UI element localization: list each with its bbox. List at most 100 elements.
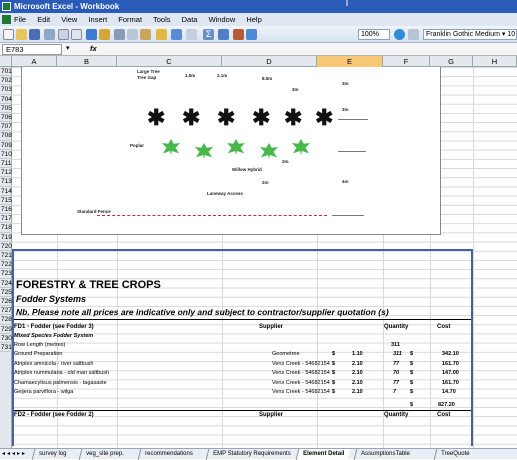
- drawing-icon[interactable]: [246, 29, 257, 40]
- open-icon[interactable]: [16, 29, 27, 40]
- undo-icon[interactable]: [171, 29, 182, 40]
- redo-icon[interactable]: [186, 29, 197, 40]
- table-row[interactable]: Row Length (metres) 311: [14, 341, 470, 350]
- menu-file[interactable]: File: [14, 15, 26, 24]
- row-header[interactable]: 711: [0, 159, 12, 169]
- row-header[interactable]: 718: [0, 223, 12, 233]
- sheet-tab[interactable]: TreeQuote: [433, 449, 476, 460]
- row-header[interactable]: 731: [0, 343, 12, 353]
- font-select[interactable]: Franklin Gothic Medium ▾ 10: [423, 29, 517, 40]
- row-header[interactable]: 728: [0, 315, 12, 325]
- copy-icon[interactable]: [127, 29, 138, 40]
- row-header[interactable]: 722: [0, 260, 12, 270]
- total-row[interactable]: $ 827.20: [14, 401, 470, 410]
- table-row[interactable]: Chamaecytisus palmensis - tagasaste Vens …: [14, 379, 470, 388]
- column-header-h[interactable]: H: [473, 56, 517, 67]
- row-header[interactable]: 717: [0, 214, 12, 224]
- sheet-tab[interactable]: veg_site prep.: [78, 449, 131, 460]
- menu-data[interactable]: Data: [182, 15, 198, 24]
- row-header[interactable]: 712: [0, 168, 12, 178]
- column-header-d[interactable]: D: [222, 56, 317, 67]
- cell-supplier: Vens Creek - 54682154: [272, 360, 330, 367]
- menu-window[interactable]: Window: [209, 15, 236, 24]
- toolbar-grip-icon[interactable]: [408, 29, 419, 40]
- poplar-tree-icon: [195, 143, 213, 159]
- menu-tools[interactable]: Tools: [153, 15, 171, 24]
- row-header[interactable]: 724: [0, 279, 12, 288]
- row-header[interactable]: 721: [0, 251, 12, 261]
- row-header[interactable]: 701: [0, 67, 12, 77]
- row-header[interactable]: 704: [0, 95, 12, 104]
- excel-app-icon[interactable]: [2, 2, 11, 11]
- menu-format[interactable]: Format: [118, 15, 142, 24]
- sheet-tab[interactable]: AssumptionsTable: [353, 449, 417, 460]
- sheet-tab[interactable]: recommendations: [137, 449, 200, 460]
- row-header[interactable]: 727: [0, 306, 12, 316]
- row-header[interactable]: 719: [0, 233, 12, 242]
- cell-qty: 70: [393, 370, 400, 377]
- spacing-arrow: [338, 119, 368, 120]
- sheet-tab[interactable]: EMP Statutory Requirements: [205, 449, 297, 460]
- research-icon[interactable]: [99, 29, 110, 40]
- print-preview-icon[interactable]: [71, 29, 82, 40]
- save-icon[interactable]: [29, 29, 40, 40]
- column-header-e[interactable]: E: [317, 56, 383, 67]
- column-header-a[interactable]: A: [12, 56, 57, 67]
- row-header[interactable]: 720: [0, 242, 12, 251]
- menu-view[interactable]: View: [61, 15, 77, 24]
- row-header[interactable]: 730: [0, 334, 12, 343]
- name-box-dropdown-icon[interactable]: ▾: [66, 43, 70, 55]
- total-currency: $: [410, 402, 414, 408]
- column-header-f[interactable]: F: [383, 56, 430, 67]
- format-painter-icon[interactable]: [156, 29, 167, 40]
- chart-wizard-icon[interactable]: [233, 29, 244, 40]
- autosum-icon[interactable]: Σ: [203, 29, 214, 40]
- help-icon[interactable]: [394, 29, 405, 40]
- column-header-b[interactable]: B: [57, 56, 117, 67]
- select-all-corner[interactable]: [0, 56, 12, 67]
- row-header[interactable]: 729: [0, 325, 12, 334]
- tab-scroll-arrows[interactable]: ◂◂◂▸▸: [2, 449, 27, 459]
- menu-edit[interactable]: Edit: [37, 15, 50, 24]
- menu-insert[interactable]: Insert: [88, 15, 107, 24]
- permission-icon[interactable]: [44, 29, 55, 40]
- row-header[interactable]: 703: [0, 85, 12, 95]
- row-header[interactable]: 705: [0, 104, 12, 113]
- row-header[interactable]: 707: [0, 122, 12, 132]
- menu-help[interactable]: Help: [246, 15, 261, 24]
- cell-supplier: Vens Creek - 54682154: [272, 379, 330, 386]
- row-header[interactable]: 725: [0, 288, 12, 297]
- name-box[interactable]: E783: [2, 44, 62, 55]
- table-row[interactable]: Atriplex nummularia - old man saltbush Ve…: [14, 369, 470, 378]
- table-row[interactable]: Atriplex amnicola - river saltbush Vens C…: [14, 360, 470, 369]
- paste-icon[interactable]: [140, 29, 151, 40]
- table-row[interactable]: Geijera parviflora - wilga Vens Creek - 5…: [14, 388, 470, 397]
- table-row[interactable]: Ground Preparation Geometree $1.10 311 $342.…: [14, 350, 470, 359]
- print-icon[interactable]: [58, 29, 69, 40]
- spelling-icon[interactable]: [86, 29, 97, 40]
- sheet-tab[interactable]: survey log: [31, 449, 73, 460]
- row-header[interactable]: 723: [0, 269, 12, 279]
- row-header[interactable]: 726: [0, 297, 12, 307]
- row-header[interactable]: 713: [0, 177, 12, 187]
- row-header[interactable]: 702: [0, 76, 12, 86]
- zoom-select[interactable]: 100%: [358, 29, 390, 40]
- column-header-c[interactable]: C: [117, 56, 222, 67]
- row-header[interactable]: 706: [0, 113, 12, 123]
- workbook-icon[interactable]: [2, 15, 11, 24]
- sheet-tab[interactable]: Element Detail: [295, 449, 351, 460]
- row-header[interactable]: 709: [0, 141, 12, 150]
- sheet-tab-label: veg_site prep.: [86, 451, 124, 457]
- row-header[interactable]: 714: [0, 187, 12, 196]
- function-icon[interactable]: fx: [90, 43, 97, 55]
- row-header[interactable]: 716: [0, 205, 12, 215]
- row-length-label: Row Length (metres): [14, 342, 66, 348]
- column-header-g[interactable]: G: [430, 56, 473, 67]
- row-header[interactable]: 710: [0, 150, 12, 159]
- planting-layout-diagram[interactable]: Large Tree Tree Gap 1.5m 2.1m 8.5m 3m 3m…: [21, 67, 441, 235]
- cut-icon[interactable]: [114, 29, 125, 40]
- sort-ascending-icon[interactable]: [218, 29, 229, 40]
- row-header[interactable]: 715: [0, 196, 12, 205]
- new-icon[interactable]: [3, 29, 14, 40]
- row-header[interactable]: 708: [0, 131, 12, 141]
